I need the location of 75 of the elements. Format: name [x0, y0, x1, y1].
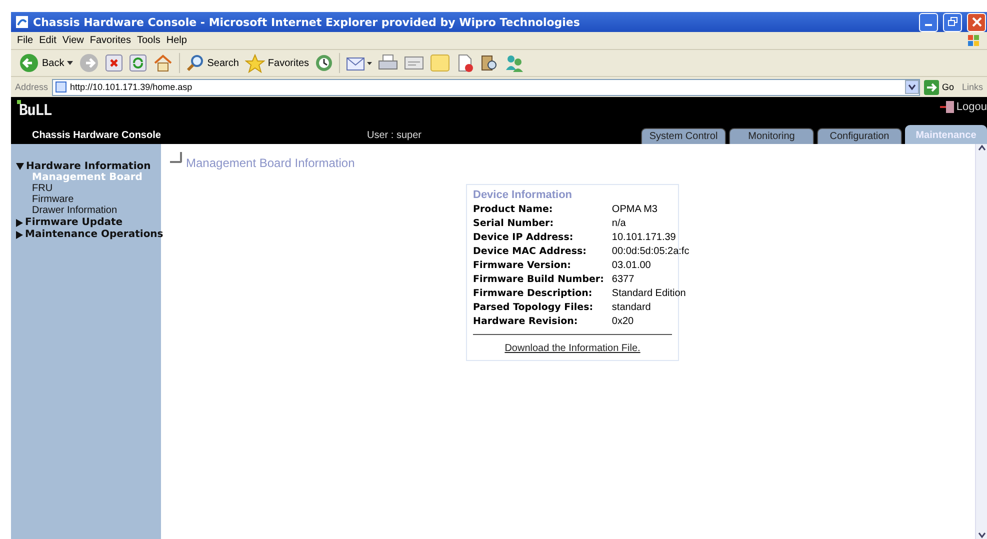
printer-icon[interactable]: [378, 54, 398, 72]
links-button[interactable]: Links: [958, 82, 987, 92]
scroll-down-icon[interactable]: [978, 531, 986, 539]
field-label: Device MAC Address:: [473, 246, 588, 257]
field-value: 6377: [610, 274, 636, 285]
close-button[interactable]: [967, 12, 986, 32]
close-icon: [972, 17, 982, 27]
page-icon: [55, 81, 68, 93]
history-clock-icon[interactable]: [315, 54, 334, 72]
logo: BuLL: [19, 101, 52, 119]
page-heading: Management Board Information: [186, 156, 355, 170]
scroll-up-icon[interactable]: [978, 144, 986, 152]
field-value: Standard Edition: [610, 288, 687, 299]
stop-icon[interactable]: [105, 54, 124, 72]
search-icon: [186, 54, 204, 72]
star-icon: [244, 54, 265, 72]
field-value: 00:0d:5d:05:2a:fc: [610, 246, 690, 257]
field-value: 03.01.00: [610, 260, 652, 271]
logout-door-icon: [940, 101, 954, 113]
field-label: Device IP Address:: [473, 232, 574, 243]
address-label: Address: [15, 82, 48, 92]
field-label: Serial Number:: [473, 218, 555, 229]
corner-icon: [170, 152, 182, 163]
field-label: Firmware Build Number:: [473, 274, 604, 285]
go-button[interactable]: Go: [924, 80, 954, 94]
minimize-icon: [925, 24, 932, 26]
field-label: Parsed Topology Files:: [473, 302, 594, 313]
sidebar-item[interactable]: Maintenance Operations: [16, 229, 161, 240]
home-icon[interactable]: [153, 54, 174, 72]
back-button[interactable]: Back: [19, 53, 74, 73]
logo-mark-icon: [17, 100, 21, 104]
ie-page-icon[interactable]: [15, 15, 29, 29]
field-label: Firmware Description:: [473, 288, 594, 299]
user-label: User : super: [367, 130, 422, 140]
research-book-icon[interactable]: [480, 54, 498, 72]
field-value: standard: [610, 302, 652, 313]
caret-icon: [67, 61, 74, 65]
download-link[interactable]: Download the Information File.: [473, 343, 672, 354]
menu-item[interactable]: View: [62, 35, 90, 46]
field-label: Firmware Version:: [473, 260, 572, 271]
menu-item[interactable]: Help: [166, 35, 193, 46]
edit-document-icon[interactable]: [404, 54, 424, 72]
menu-item[interactable]: Edit: [39, 35, 62, 46]
document-icon[interactable]: [456, 54, 474, 72]
restore-button[interactable]: [943, 12, 962, 32]
sidebar-subitem[interactable]: Firmware: [16, 194, 161, 205]
search-button[interactable]: Search: [186, 54, 239, 72]
sidebar-item[interactable]: Hardware Information: [16, 161, 161, 172]
logout-link[interactable]: Logou: [940, 101, 987, 113]
address-field[interactable]: http://10.101.171.39/home.asp: [52, 78, 920, 96]
field-value: OPMA M3: [610, 204, 658, 215]
tab[interactable]: Configuration: [817, 128, 902, 144]
field-value: 10.101.171.39: [610, 232, 677, 243]
field-value: n/a: [610, 218, 627, 229]
console-title: Chassis Hardware Console: [31, 130, 162, 140]
restore-icon: [948, 17, 958, 27]
menu-item[interactable]: Favorites: [90, 35, 137, 46]
tab[interactable]: Monitoring: [729, 128, 814, 144]
field-value: 0x20: [610, 316, 635, 327]
field-label: Hardware Revision:: [473, 316, 579, 327]
menu-item[interactable]: Tools: [136, 35, 166, 46]
sidebar-subitem[interactable]: FRU: [16, 183, 161, 194]
sidebar-item[interactable]: Firmware Update: [16, 217, 161, 228]
favorites-button[interactable]: Favorites: [244, 54, 310, 72]
people-icon[interactable]: [504, 54, 524, 72]
sidebar-subitem[interactable]: Drawer Information: [16, 205, 161, 216]
menu-item[interactable]: File: [17, 35, 40, 46]
minimize-button[interactable]: [919, 12, 938, 32]
field-label: Product Name:: [473, 204, 554, 215]
window-title: Chassis Hardware Console - Microsoft Internet Explorer provided by Wipro Technologies: [33, 16, 581, 28]
refresh-icon[interactable]: [129, 54, 148, 72]
go-arrow-icon: [924, 80, 939, 94]
panel-legend: Device Information: [471, 189, 574, 201]
tab[interactable]: System Control: [641, 128, 726, 144]
scrollbar[interactable]: [975, 144, 987, 539]
